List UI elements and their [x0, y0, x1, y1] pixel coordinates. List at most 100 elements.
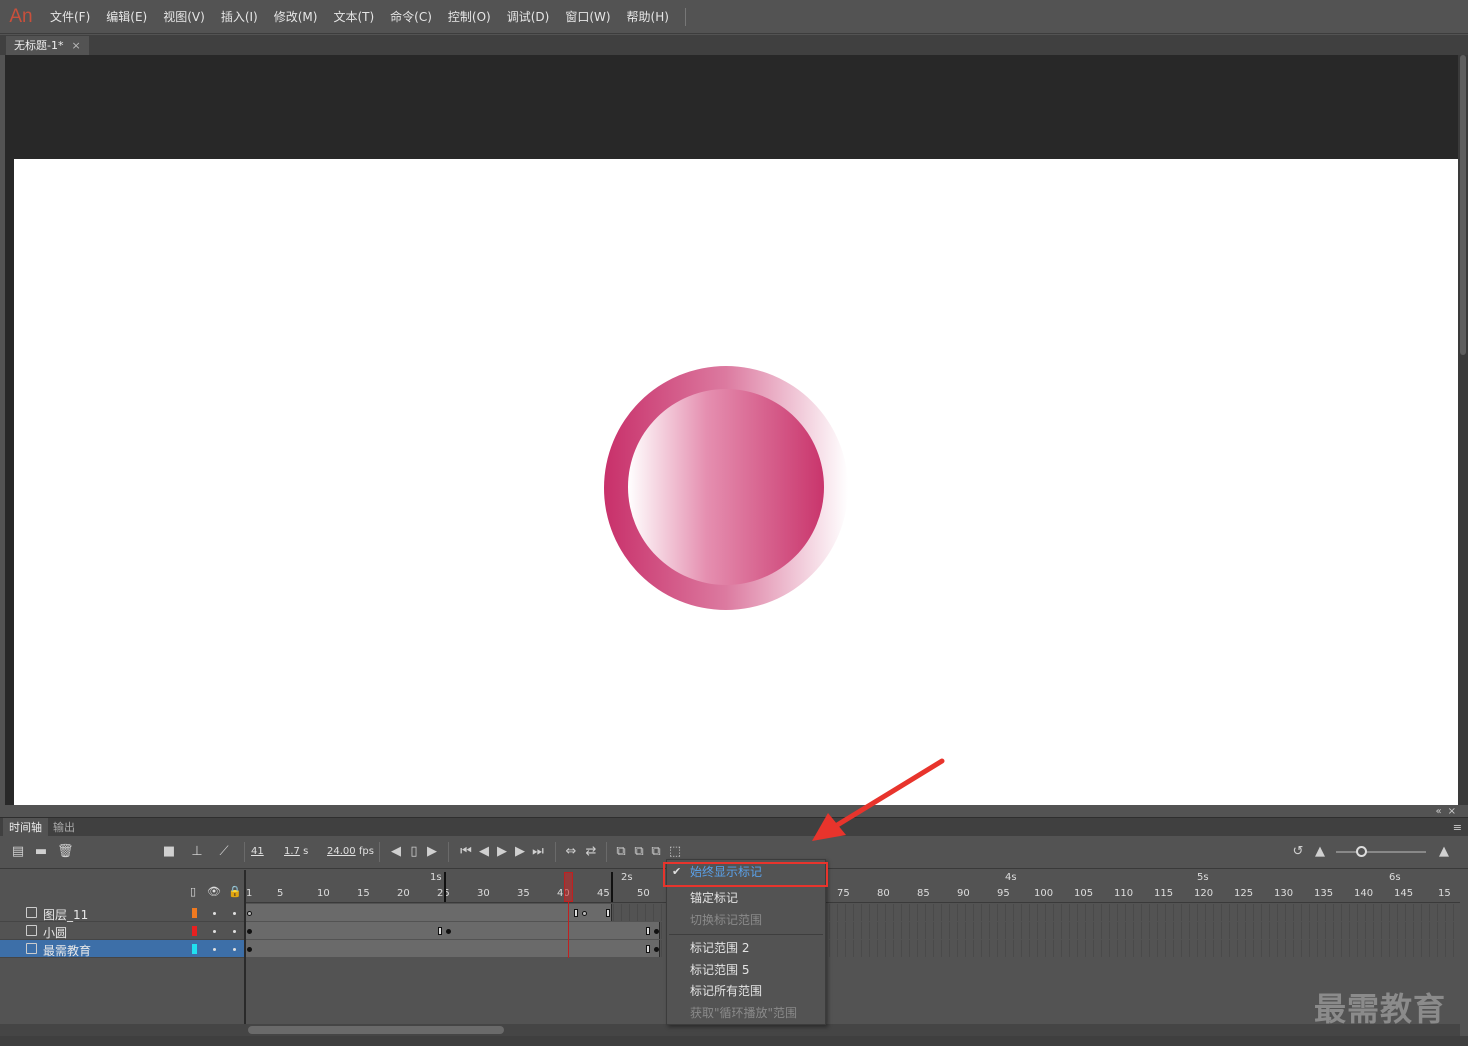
first-frame-icon[interactable]: ⏮: [458, 844, 474, 860]
timeline-horizontal-scrollbar[interactable]: [246, 1024, 1460, 1036]
visibility-dot[interactable]: [213, 948, 216, 951]
frame-number: 105: [1074, 888, 1094, 899]
last-frame-icon[interactable]: ⏭: [530, 844, 546, 860]
menu-insert[interactable]: 插入(I): [213, 0, 266, 34]
tab-output[interactable]: 输出: [47, 818, 81, 837]
inner-circle-shape[interactable]: [628, 389, 824, 585]
frame-ruler[interactable]: 1s 2s 4s 5s 6s 1 5 10 15 20 25 30 35 40 …: [246, 870, 1460, 903]
refresh-icon[interactable]: ↺: [1290, 844, 1306, 860]
frame-span[interactable]: [246, 940, 660, 957]
zoom-slider-handle[interactable]: [1356, 846, 1367, 857]
edit-multiple-icon[interactable]: ⧉: [631, 844, 647, 860]
stage-canvas[interactable]: [14, 159, 1458, 805]
step-back-icon[interactable]: ◀: [476, 844, 492, 860]
onion-outline-icon[interactable]: ⧉: [613, 844, 629, 860]
layer-row-selected[interactable]: 最需教育: [0, 940, 244, 958]
loop-icon[interactable]: ⇔: [563, 844, 579, 860]
layer-outline-color[interactable]: [192, 944, 197, 954]
current-frame-value[interactable]: 41: [251, 846, 264, 857]
scrollbar-thumb[interactable]: [248, 1026, 504, 1034]
graph-icon[interactable]: ⟋: [216, 844, 232, 860]
scrollbar-thumb[interactable]: [1460, 55, 1466, 355]
menu-item-marker-range-2[interactable]: 标记范围 2: [667, 938, 825, 958]
menu-commands[interactable]: 命令(C): [382, 0, 440, 34]
menu-view[interactable]: 视图(V): [155, 0, 213, 34]
eye-icon[interactable]: 👁: [207, 885, 221, 898]
gradient-ring-shape[interactable]: [604, 366, 848, 610]
layer-row[interactable]: 小圆: [0, 922, 244, 940]
new-layer-icon[interactable]: ▤: [10, 844, 26, 860]
blank-keyframe[interactable]: [247, 911, 252, 916]
span-end-marker[interactable]: [438, 927, 442, 935]
menu-item-mark-all-ranges[interactable]: 标记所有范围: [667, 981, 825, 1001]
frame-rate-value[interactable]: 24.00 fps: [327, 846, 374, 857]
timeline-zoom-slider[interactable]: [1336, 851, 1426, 853]
menu-text[interactable]: 文本(T): [325, 0, 382, 34]
trash-icon[interactable]: 🗑: [57, 844, 74, 860]
menu-item-marker-range-5[interactable]: 标记范围 5: [667, 960, 825, 980]
visibility-dot[interactable]: [213, 912, 216, 915]
prev-frame-icon[interactable]: ◀: [388, 844, 404, 860]
keyframe[interactable]: [654, 929, 659, 934]
menu-file[interactable]: 文件(F): [42, 0, 98, 34]
span-end-marker[interactable]: [574, 909, 578, 917]
menu-control[interactable]: 控制(O): [440, 0, 499, 34]
marker-end-handle[interactable]: [610, 872, 613, 902]
play-icon[interactable]: ▶: [494, 844, 510, 860]
keyframe[interactable]: [654, 947, 659, 952]
panel-collapse-close-icons[interactable]: «×: [1436, 806, 1463, 817]
frames-grid[interactable]: [246, 904, 1454, 958]
layer-outline-color[interactable]: [192, 926, 197, 936]
next-frame-icon[interactable]: ▶: [424, 844, 440, 860]
layer-row[interactable]: 图层_11: [0, 904, 244, 922]
frame-span[interactable]: [246, 904, 612, 921]
lock-icon[interactable]: 🔒: [228, 885, 242, 898]
outline-icon[interactable]: ▯: [190, 885, 196, 898]
panel-menu-icon[interactable]: ≡: [1453, 821, 1462, 834]
lock-dot[interactable]: [233, 912, 236, 915]
center-frame-icon[interactable]: ▯: [406, 844, 422, 860]
span-end-marker[interactable]: [646, 927, 650, 935]
layer-name[interactable]: 图层_11: [43, 906, 88, 923]
step-forward-icon[interactable]: ▶: [512, 844, 528, 860]
visibility-dot[interactable]: [213, 930, 216, 933]
frame-span[interactable]: [246, 922, 660, 939]
frame-number: 100: [1034, 888, 1054, 899]
lock-dot[interactable]: [233, 930, 236, 933]
menu-divider: [684, 7, 686, 26]
toolbar-divider: [244, 842, 245, 862]
stage-vertical-scrollbar[interactable]: [1458, 55, 1468, 805]
modify-markers-icon[interactable]: ⬚: [667, 844, 683, 860]
zoom-large-icon[interactable]: ▲: [1436, 844, 1452, 860]
blank-keyframe[interactable]: [582, 911, 587, 916]
span-end-marker[interactable]: [646, 945, 650, 953]
tab-timeline[interactable]: 时间轴: [3, 818, 48, 837]
camera-icon[interactable]: ■: [161, 844, 177, 860]
markers-icon[interactable]: ⧉: [648, 844, 664, 860]
close-icon[interactable]: ×: [71, 36, 80, 55]
document-tab[interactable]: 无标题-1* ×: [6, 36, 89, 55]
folder-icon[interactable]: ▬: [33, 844, 49, 860]
layer-outline-color[interactable]: [192, 908, 197, 918]
onion-skin-icon[interactable]: ⇄: [583, 844, 599, 860]
menu-edit[interactable]: 编辑(E): [98, 0, 155, 34]
layer-name[interactable]: 最需教育: [43, 942, 91, 959]
zoom-small-icon[interactable]: ▲: [1312, 844, 1328, 860]
menu-modify[interactable]: 修改(M): [266, 0, 326, 34]
menu-window[interactable]: 窗口(W): [557, 0, 618, 34]
marker-start-handle[interactable]: [444, 872, 447, 902]
parenting-icon[interactable]: ⊥: [189, 844, 205, 860]
menu-debug[interactable]: 调试(D): [499, 0, 558, 34]
elapsed-time-value[interactable]: 1.7 s: [284, 846, 308, 857]
lock-dot[interactable]: [233, 948, 236, 951]
layer-name[interactable]: 小圆: [43, 924, 67, 941]
menu-help[interactable]: 帮助(H): [619, 0, 677, 34]
keyframe[interactable]: [247, 929, 252, 934]
keyframe[interactable]: [446, 929, 451, 934]
keyframe[interactable]: [247, 947, 252, 952]
frame-number: 125: [1234, 888, 1254, 899]
playhead[interactable]: [564, 872, 573, 902]
bottom-edge: [0, 1036, 1468, 1046]
span-end-marker[interactable]: [606, 909, 610, 917]
menu-item-anchor-markers[interactable]: 锚定标记: [667, 888, 825, 908]
